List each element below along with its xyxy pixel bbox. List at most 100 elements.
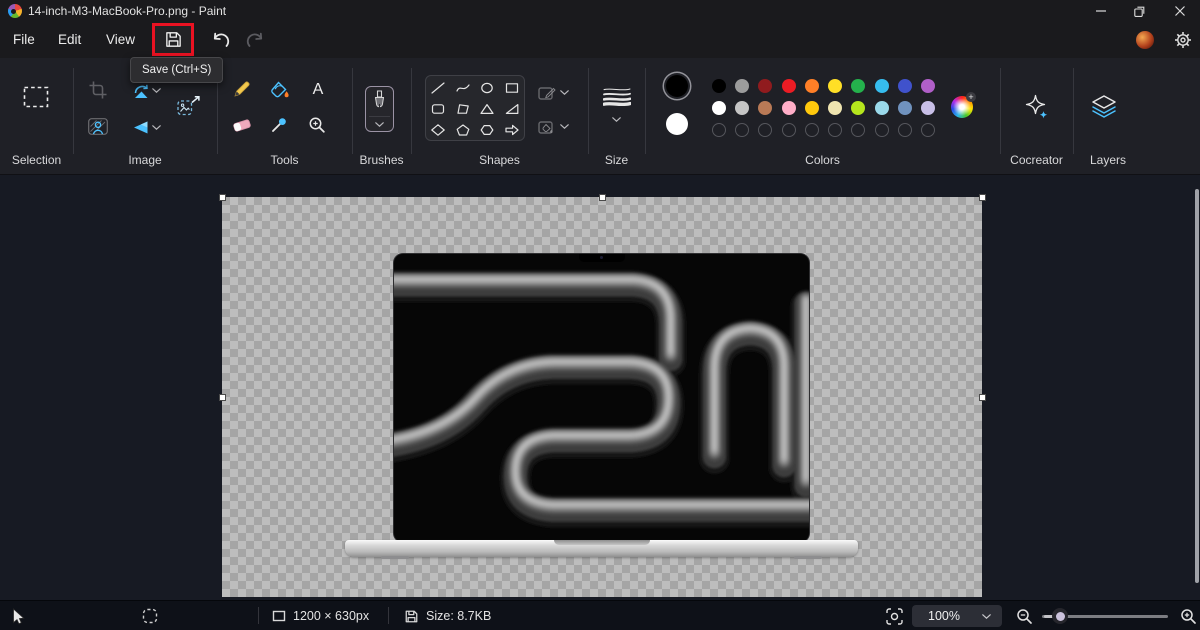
zoom-in-button[interactable]	[1180, 601, 1197, 630]
shape-arrow-right[interactable]	[505, 123, 519, 135]
color-swatch-empty[interactable]	[851, 123, 865, 137]
shape-fill-button[interactable]	[538, 119, 556, 140]
color-swatch[interactable]	[712, 101, 726, 115]
menu-edit[interactable]: Edit	[58, 22, 81, 58]
color-swatch[interactable]	[851, 79, 865, 93]
canvas-size-text: 1200 × 630px	[293, 609, 369, 623]
file-size-icon	[404, 609, 419, 624]
brushes-dropdown-chevron[interactable]	[375, 122, 384, 127]
eraser-button[interactable]	[232, 117, 252, 139]
color-swatch-empty[interactable]	[828, 123, 842, 137]
selection-handle-top-center[interactable]	[599, 194, 606, 201]
color-swatch[interactable]	[758, 101, 772, 115]
rotate-dropdown-chevron[interactable]	[152, 88, 161, 93]
fill-button[interactable]	[269, 80, 290, 104]
zoom-level-value: 100%	[928, 609, 960, 623]
cocreator-button[interactable]	[1025, 94, 1049, 125]
color-swatch[interactable]	[782, 101, 796, 115]
color-swatch[interactable]	[782, 79, 796, 93]
color-swatch-empty[interactable]	[805, 123, 819, 137]
selection-tool-button[interactable]	[23, 86, 49, 113]
magnifier-button[interactable]	[308, 116, 326, 139]
brushes-button[interactable]	[365, 86, 394, 132]
user-avatar[interactable]	[1136, 31, 1154, 49]
shape-hexagon[interactable]	[480, 123, 494, 135]
minimize-button[interactable]	[1082, 0, 1120, 22]
color-swatch[interactable]	[758, 79, 772, 93]
selection-handle-mid-right[interactable]	[979, 394, 986, 401]
zoom-out-button[interactable]	[1016, 601, 1033, 630]
crop-button[interactable]	[89, 81, 107, 104]
shape-outline-chevron[interactable]	[560, 90, 569, 95]
flip-button[interactable]	[131, 120, 149, 140]
redo-button[interactable]	[246, 32, 266, 53]
fit-to-screen-button[interactable]	[886, 601, 903, 630]
color-swatch-empty[interactable]	[921, 123, 935, 137]
menu-view[interactable]: View	[106, 22, 135, 58]
rotate-button[interactable]	[131, 83, 151, 104]
shape-fill-chevron[interactable]	[560, 124, 569, 129]
selection-group: Selection	[0, 58, 73, 175]
color2-swatch[interactable]	[666, 113, 688, 135]
shape-line[interactable]	[431, 81, 445, 93]
color-swatch[interactable]	[921, 79, 935, 93]
color-swatch[interactable]	[712, 79, 726, 93]
zoom-slider-thumb[interactable]	[1052, 608, 1068, 624]
selection-handle-top-left[interactable]	[219, 194, 226, 201]
color-swatch[interactable]	[875, 101, 889, 115]
settings-button[interactable]	[1174, 31, 1192, 49]
color-swatch[interactable]	[921, 101, 935, 115]
color-swatch-empty[interactable]	[782, 123, 796, 137]
color-swatch[interactable]	[898, 79, 912, 93]
maximize-button[interactable]	[1120, 0, 1158, 22]
edit-colors-button[interactable]: +	[951, 96, 973, 118]
shape-diamond[interactable]	[431, 123, 445, 135]
shape-triangle[interactable]	[480, 102, 494, 114]
shape-rectangle[interactable]	[505, 81, 519, 93]
shape-rounded-rectangle[interactable]	[431, 102, 445, 114]
canvas[interactable]	[222, 197, 982, 597]
color-swatch[interactable]	[851, 101, 865, 115]
color-swatch-empty[interactable]	[712, 123, 726, 137]
color-swatch[interactable]	[805, 101, 819, 115]
layers-button[interactable]	[1091, 94, 1117, 123]
macbook-foot	[381, 556, 409, 559]
color-swatch-empty[interactable]	[758, 123, 772, 137]
color-swatch[interactable]	[805, 79, 819, 93]
flip-dropdown-chevron[interactable]	[152, 125, 161, 130]
color-swatch[interactable]	[828, 101, 842, 115]
selection-handle-mid-left[interactable]	[219, 394, 226, 401]
vertical-scrollbar[interactable]	[1195, 189, 1199, 583]
shape-pentagon[interactable]	[456, 123, 470, 135]
selection-handle-top-right[interactable]	[979, 194, 986, 201]
color-swatch[interactable]	[735, 101, 749, 115]
color-swatch[interactable]	[735, 79, 749, 93]
zoom-out-icon	[1016, 608, 1033, 625]
size-button[interactable]	[603, 87, 631, 111]
shape-curve[interactable]	[456, 81, 470, 93]
color-swatch-empty[interactable]	[875, 123, 889, 137]
save-button[interactable]	[152, 23, 194, 56]
color-swatch[interactable]	[898, 101, 912, 115]
shape-outline-button[interactable]	[538, 85, 556, 106]
remove-background-button[interactable]	[88, 118, 108, 140]
shape-right-triangle[interactable]	[505, 102, 519, 114]
color-swatch[interactable]	[828, 79, 842, 93]
undo-button[interactable]	[210, 32, 230, 53]
resize-button[interactable]	[177, 96, 201, 121]
color-swatch-empty[interactable]	[898, 123, 912, 137]
shape-oval[interactable]	[480, 81, 494, 93]
pencil-button[interactable]	[233, 80, 251, 103]
workspace	[0, 175, 1200, 600]
menu-file[interactable]: File	[13, 22, 35, 58]
size-dropdown-chevron[interactable]	[612, 117, 621, 122]
close-button[interactable]	[1160, 0, 1200, 22]
color-swatch[interactable]	[875, 79, 889, 93]
text-tool-button[interactable]: A	[309, 79, 327, 103]
color-swatch-empty[interactable]	[735, 123, 749, 137]
zoom-level-select[interactable]: 100%	[912, 605, 1002, 627]
titlebar: 14-inch-M3-MacBook-Pro.png - Paint	[0, 0, 1200, 22]
shape-polygon[interactable]	[456, 102, 470, 114]
color1-swatch[interactable]	[666, 75, 688, 97]
color-picker-button[interactable]	[270, 116, 288, 139]
